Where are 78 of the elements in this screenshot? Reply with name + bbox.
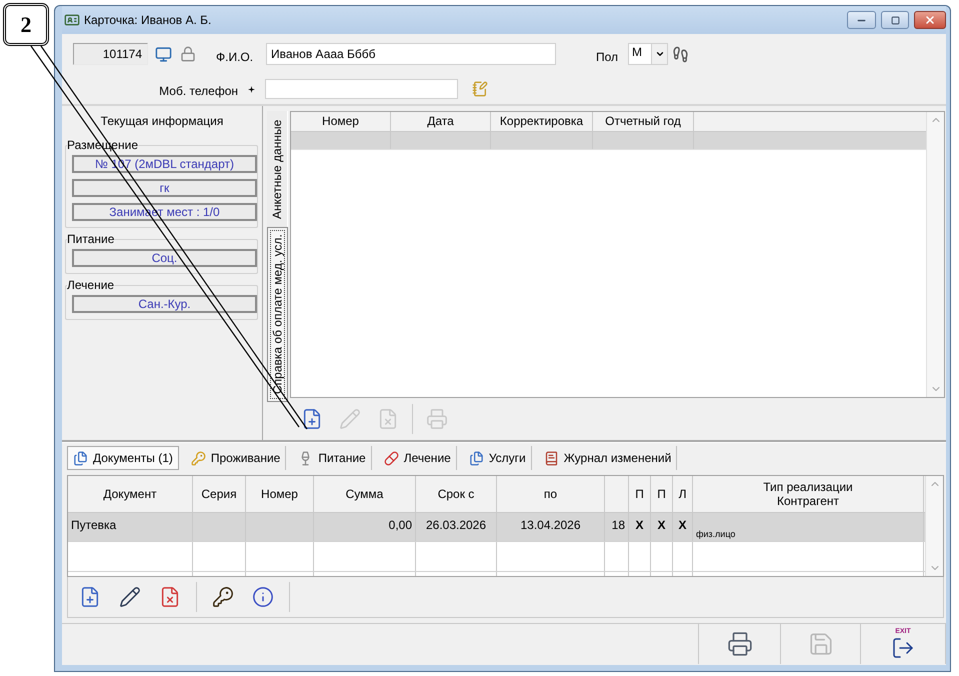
id-card-icon: [64, 12, 80, 28]
new-document-icon: [79, 586, 101, 608]
book-icon: [544, 450, 559, 466]
delete-document-icon: [159, 586, 181, 608]
column-header: Серия: [193, 476, 246, 512]
column-header: Отчетный год: [593, 112, 694, 131]
phone-field[interactable]: [265, 79, 458, 99]
printer-icon: [426, 408, 448, 430]
footprints-icon[interactable]: [672, 46, 689, 62]
printer-icon: [726, 631, 752, 657]
bottom-tab[interactable]: Услуги: [464, 446, 532, 470]
table-cell-text: X: [678, 517, 686, 534]
sex-label: Пол: [596, 49, 620, 66]
group-label: Лечение: [67, 278, 114, 292]
table-cell-text: 13.04.2026: [520, 517, 581, 534]
table-cell-text: 18: [612, 517, 625, 534]
close-icon: [924, 14, 936, 26]
pencil-icon: [119, 586, 141, 608]
pill-icon: [384, 450, 399, 466]
bottom-tab[interactable]: Питание: [293, 446, 372, 470]
delete-document-icon: [377, 408, 399, 430]
minimize-button[interactable]: [847, 11, 876, 29]
group-label: Питание: [67, 232, 114, 246]
name-field[interactable]: Иванов Аааа Бббб: [266, 43, 556, 65]
pencil-icon: [339, 408, 361, 430]
column-header: Номер: [246, 476, 314, 512]
caret-icon: [654, 49, 664, 59]
info-field: Соц.: [72, 249, 257, 267]
column-header: Срок с: [416, 476, 497, 512]
scrollbar[interactable]: [925, 476, 943, 576]
table-cell-text: X: [657, 517, 666, 534]
callout-number: 2: [3, 3, 49, 46]
column-header: по: [497, 476, 605, 512]
key-icon: [190, 450, 206, 466]
table-cell-text: 26.03.2026: [426, 517, 486, 534]
door-exit-icon: [891, 636, 915, 660]
info-field: гк: [72, 179, 257, 197]
sex-dropdown[interactable]: М: [628, 43, 668, 65]
scrollbar[interactable]: [926, 112, 944, 397]
files-icon: [73, 450, 88, 466]
dropdown-button[interactable]: [651, 44, 667, 64]
maximize-button[interactable]: [881, 11, 909, 29]
column-header: Л: [673, 476, 693, 512]
table-row[interactable]: Путевка 0,00 26.03.2026 13.04.2026 18 X X X физ.лицо: [68, 513, 925, 542]
window-title: Карточка: Иванов А. Б.: [84, 12, 212, 29]
side-tab[interactable]: Справка об оплате мед. усл.: [267, 227, 288, 402]
maximize-icon: [890, 16, 900, 24]
column-header: П: [629, 476, 651, 512]
key-icon: [212, 586, 234, 608]
new-document-icon: [301, 408, 323, 430]
info-icon: [252, 586, 274, 608]
bottom-tab[interactable]: Журнал изменений: [538, 446, 678, 470]
column-header: Номер: [291, 112, 391, 131]
side-tab[interactable]: Анкетные данные: [267, 111, 288, 227]
column-header: Дата: [391, 112, 491, 131]
table-cell-text: X: [635, 517, 644, 534]
column-header: Корректировка: [491, 112, 593, 131]
lock-icon[interactable]: [180, 46, 196, 62]
column-header: Тип реализации Контрагент: [693, 476, 924, 512]
panel-title: Текущая информация: [100, 113, 224, 130]
record-id-field: 101174: [73, 43, 148, 65]
table-cell-text: 0,00: [388, 517, 412, 534]
column-header: Сумма: [314, 476, 416, 512]
notepad-icon[interactable]: [472, 81, 488, 97]
column-header: П: [651, 476, 673, 512]
table-cell: физ.лицо: [696, 529, 736, 540]
info-field: Сан.-Кур.: [72, 295, 257, 313]
bottom-tab[interactable]: Проживание: [186, 446, 286, 470]
required-mark-icon: [248, 86, 255, 92]
column-header: Документ: [68, 476, 193, 512]
bottom-tab[interactable]: Документы (1): [67, 446, 179, 470]
close-button[interactable]: [914, 11, 946, 29]
phone-label: Моб. телефон: [158, 83, 238, 100]
bottom-tab[interactable]: Лечение: [378, 446, 457, 470]
monitor-icon[interactable]: [155, 46, 172, 62]
table-cell-text: Путевка: [71, 517, 116, 534]
files-icon: [468, 450, 484, 466]
name-label: Ф.И.О.: [216, 49, 254, 66]
